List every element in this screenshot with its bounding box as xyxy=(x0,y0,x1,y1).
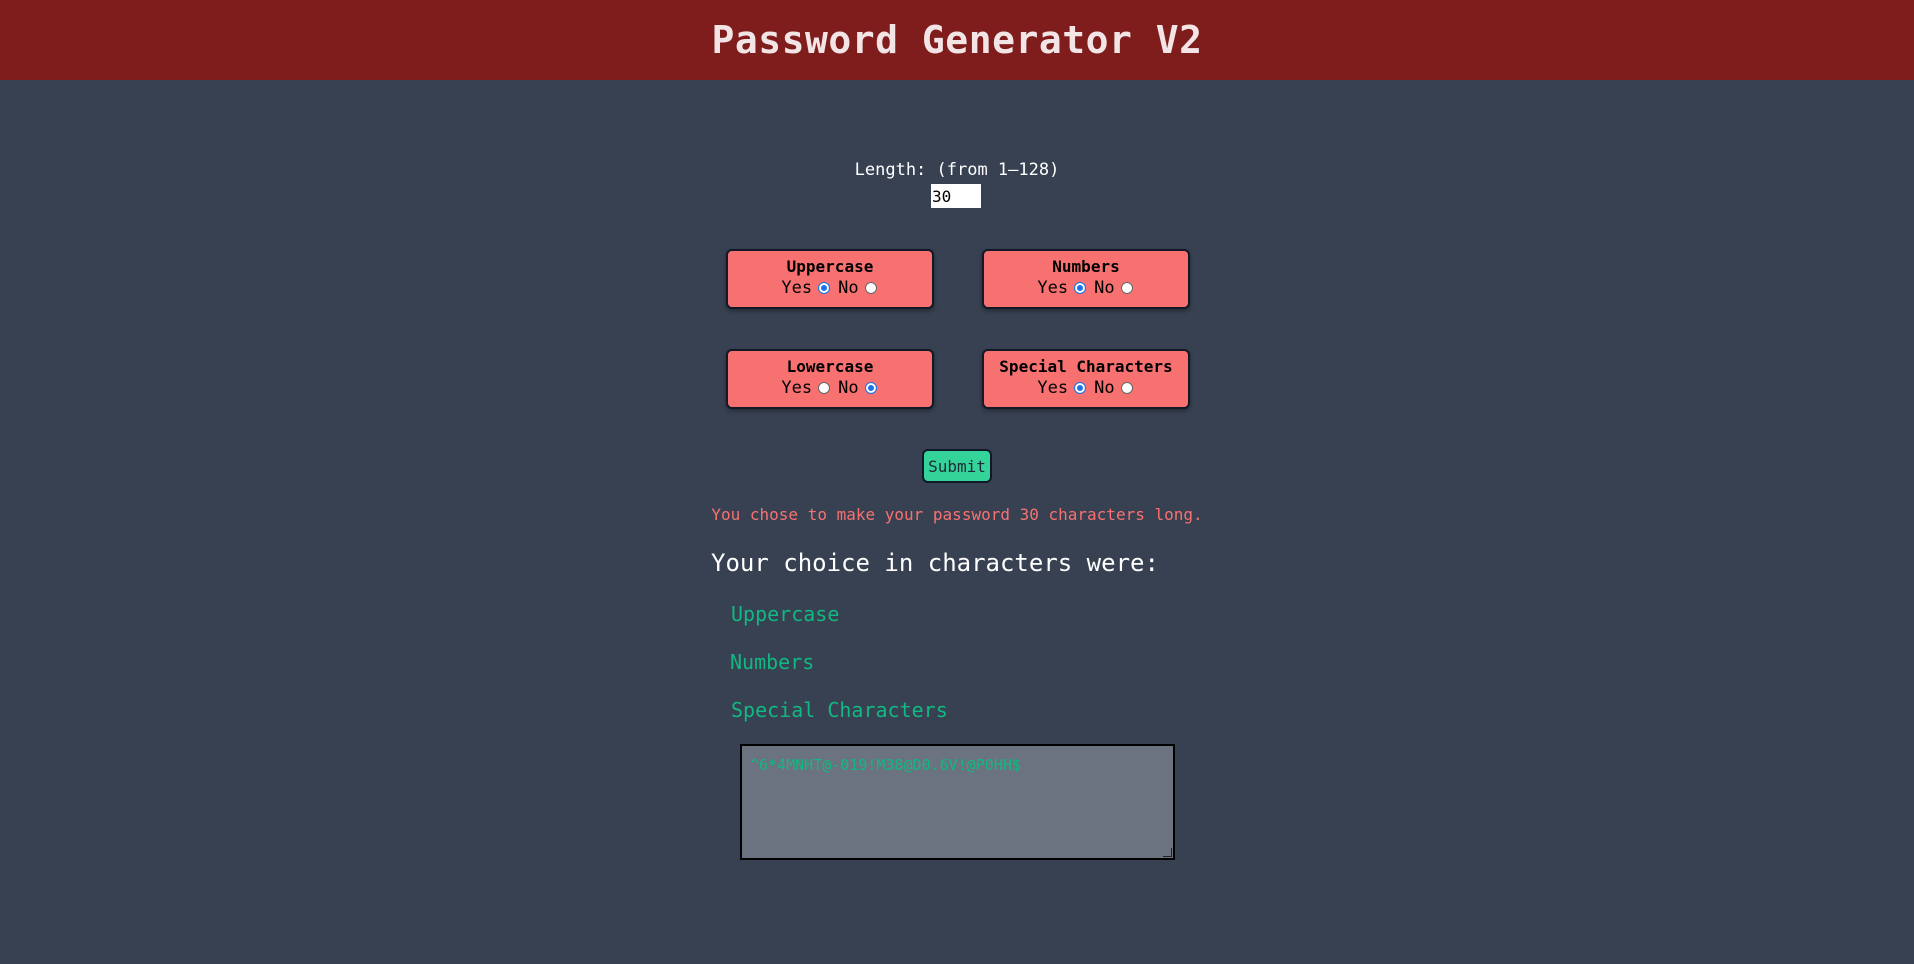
special-yes-radio[interactable] xyxy=(1074,382,1087,394)
no-label: No xyxy=(1094,378,1115,398)
yes-label: Yes xyxy=(781,278,813,298)
choice-heading: Your choice in characters were: xyxy=(711,549,1159,577)
numbers-no-radio[interactable] xyxy=(1120,282,1133,294)
page-title: Password Generator V2 xyxy=(711,18,1203,62)
resize-handle-icon[interactable] xyxy=(1163,848,1172,857)
no-label: No xyxy=(838,378,859,398)
app-header: Password Generator V2 xyxy=(0,0,1914,80)
password-output[interactable]: ^6*4MNHT@-019!M38@D0.6V!@P0HH$ xyxy=(740,744,1175,860)
no-label: No xyxy=(1094,278,1115,298)
special-no-radio[interactable] xyxy=(1120,382,1133,394)
option-title-lowercase: Lowercase xyxy=(786,357,874,376)
length-label: Length: (from 1–128) xyxy=(854,160,1060,180)
lowercase-no-radio[interactable] xyxy=(864,382,877,394)
option-title-numbers: Numbers xyxy=(1052,257,1120,276)
numbers-yes-radio[interactable] xyxy=(1074,282,1087,294)
length-input[interactable] xyxy=(931,184,981,208)
no-label: No xyxy=(838,278,859,298)
uppercase-yes-radio[interactable] xyxy=(818,282,831,294)
yes-label: Yes xyxy=(1037,378,1069,398)
option-uppercase: Uppercase Yes No xyxy=(726,249,934,309)
length-message: You chose to make your password 30 chara… xyxy=(711,505,1203,524)
option-title-uppercase: Uppercase xyxy=(786,257,874,276)
option-special-characters: Special Characters Yes No xyxy=(982,349,1190,409)
choice-item-numbers: Numbers xyxy=(730,650,815,674)
yes-label: Yes xyxy=(781,378,813,398)
uppercase-no-radio[interactable] xyxy=(864,282,877,294)
lowercase-yes-radio[interactable] xyxy=(818,382,831,394)
option-lowercase: Lowercase Yes No xyxy=(726,349,934,409)
yes-label: Yes xyxy=(1037,278,1069,298)
option-title-special-characters: Special Characters xyxy=(999,357,1173,376)
password-text: ^6*4MNHT@-019!M38@D0.6V!@P0HH$ xyxy=(750,756,1021,774)
option-numbers: Numbers Yes No xyxy=(982,249,1190,309)
choice-item-special-characters: Special Characters xyxy=(731,698,948,722)
submit-button[interactable]: Submit xyxy=(922,449,992,483)
choice-item-uppercase: Uppercase xyxy=(731,602,840,626)
